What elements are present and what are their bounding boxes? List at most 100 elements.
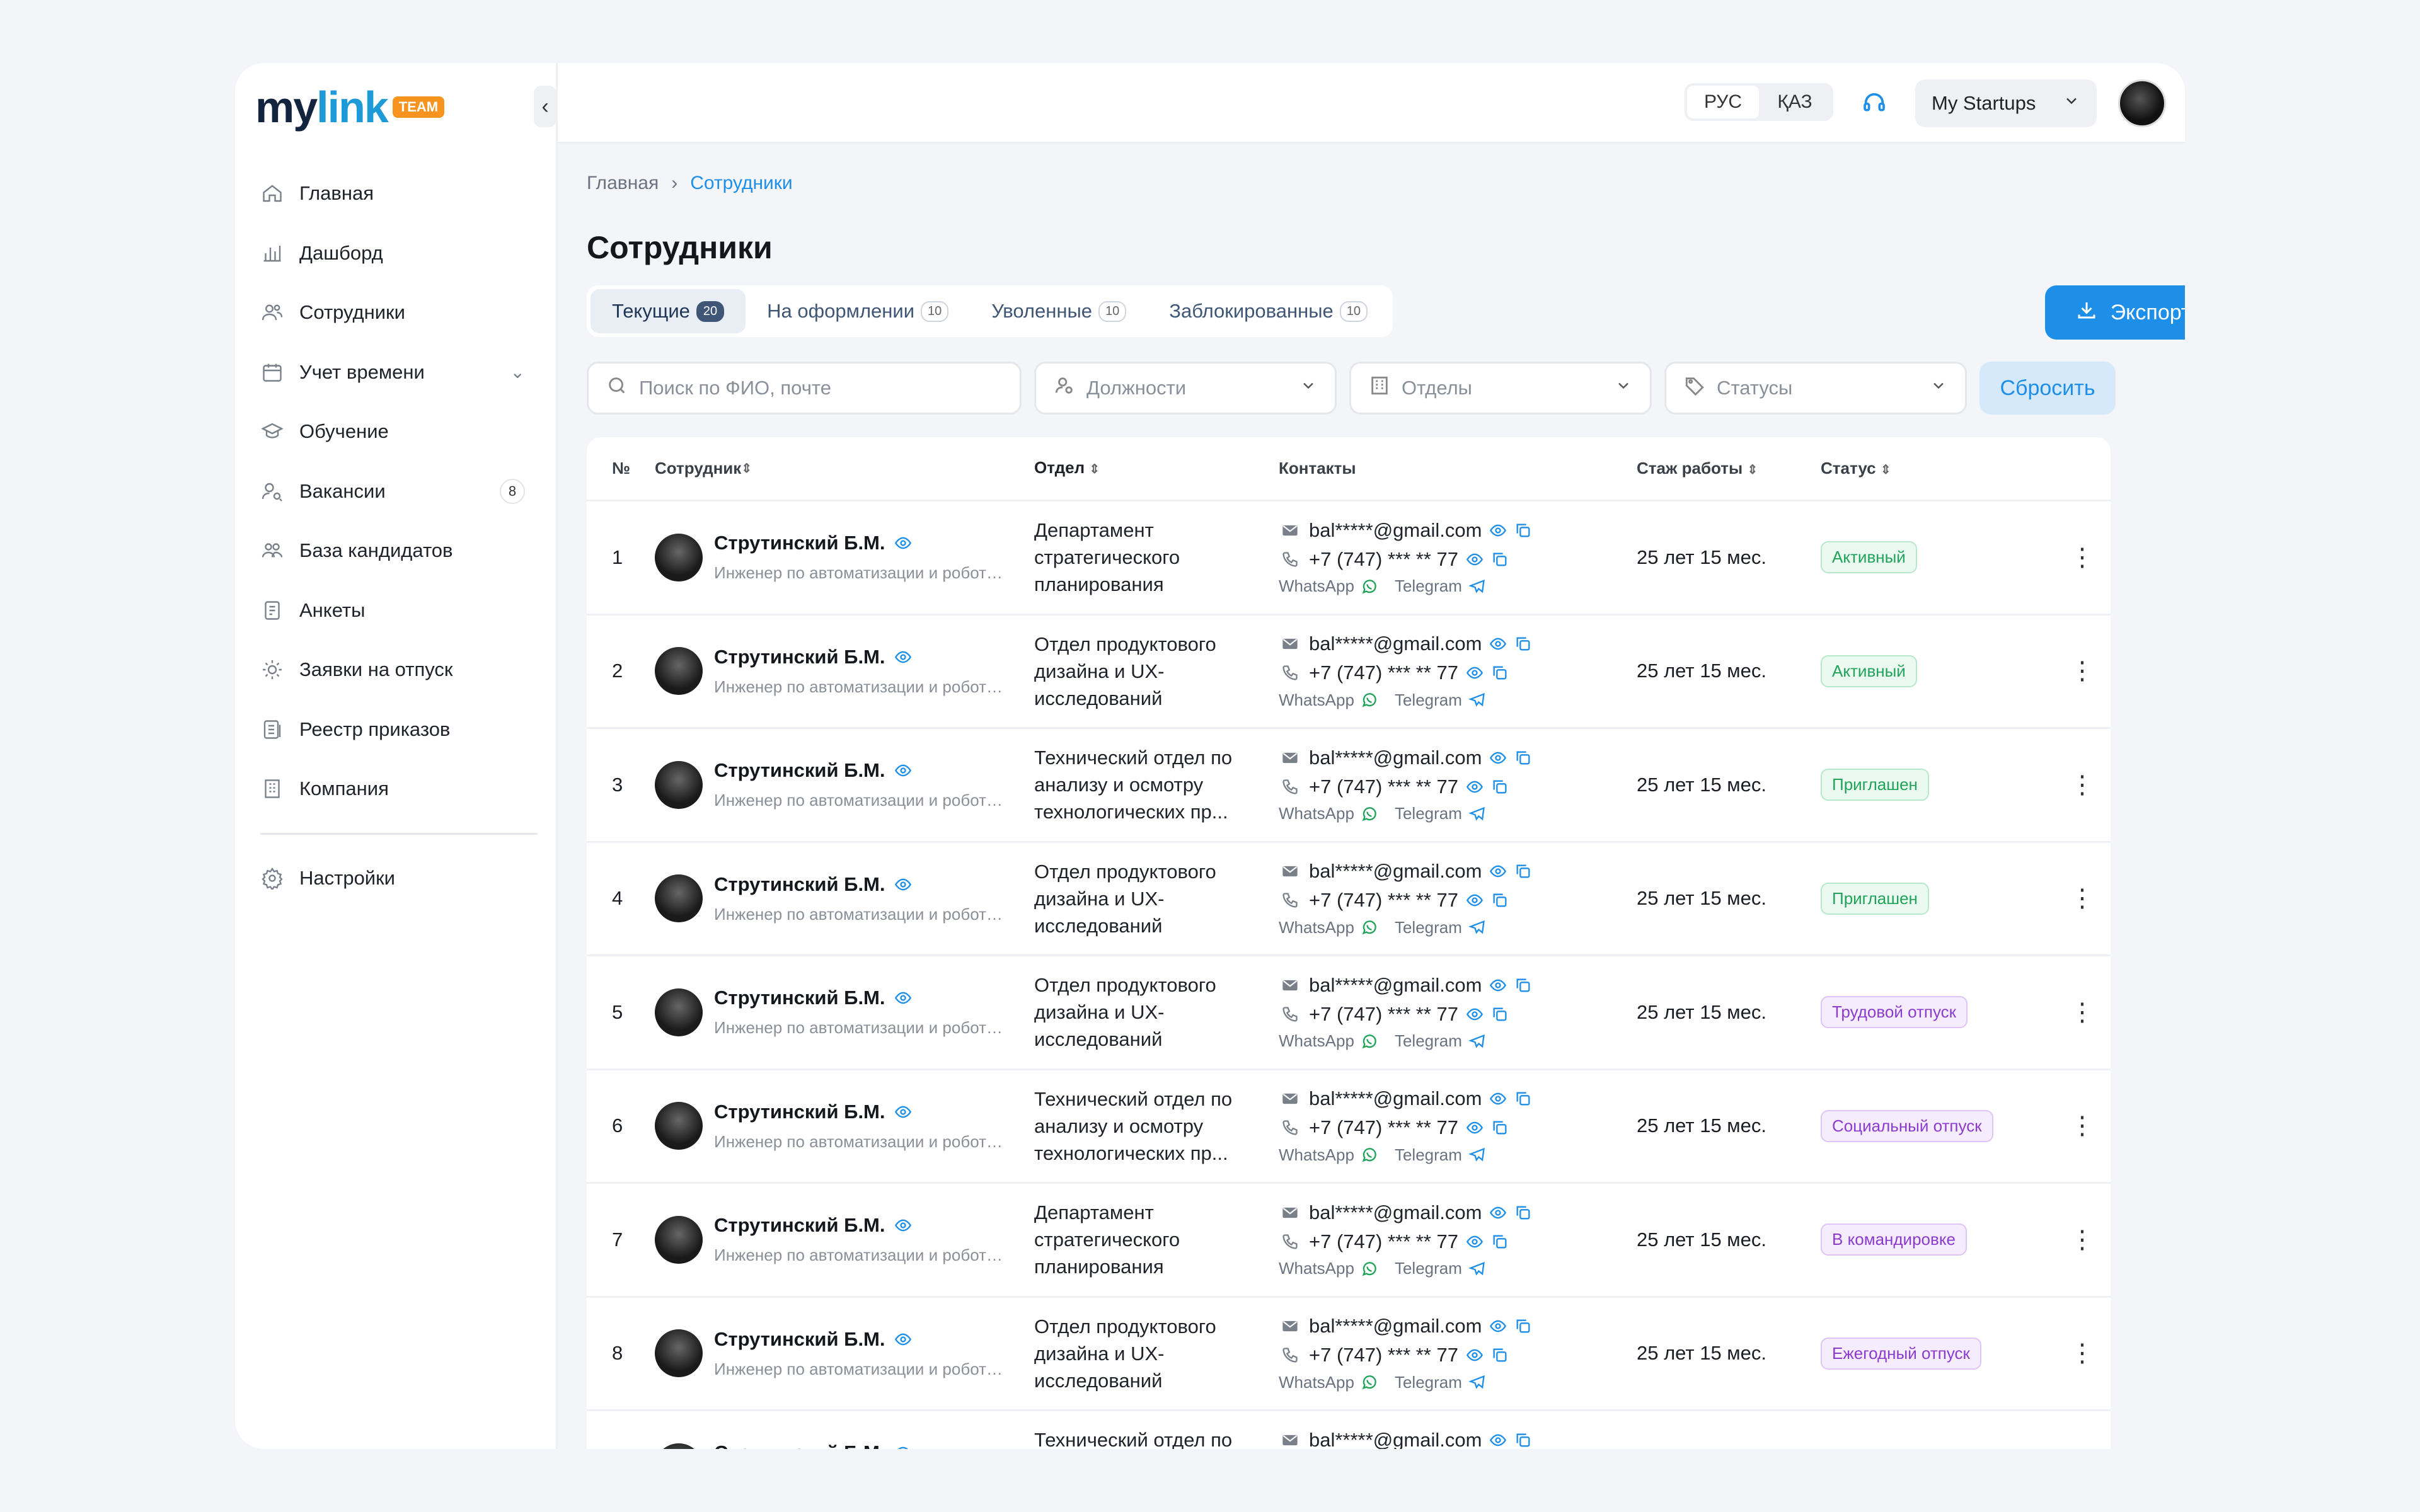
row-menu-button[interactable]: ⋮ [2054,656,2111,685]
copy-icon[interactable] [1514,635,1532,653]
sidebar-item-settings[interactable]: Настройки [260,849,538,908]
row-menu-button[interactable]: ⋮ [2054,543,2111,572]
copy-icon[interactable] [1514,522,1532,539]
statuses-dropdown[interactable]: Статусы [1664,362,1967,415]
workspace-dropdown[interactable]: My Startups [1915,79,2097,127]
sidebar-item-1[interactable]: Главная [260,164,538,224]
copy-icon[interactable] [1491,778,1509,796]
copy-icon[interactable] [1491,891,1509,909]
copy-icon[interactable] [1514,749,1532,767]
row-menu-button[interactable]: ⋮ [2054,1339,2111,1368]
sidebar-item-6[interactable]: Вакансии 8 [260,462,538,522]
eye-icon[interactable] [1489,1431,1507,1449]
copy-icon[interactable] [1514,976,1532,994]
eye-icon[interactable] [894,648,912,666]
sidebar-item-5[interactable]: Обучение [260,402,538,462]
employee-name[interactable]: Струтинский Б.М. [714,532,1010,554]
eye-icon[interactable] [1489,522,1507,539]
telegram-link[interactable]: Telegram [1395,576,1486,596]
eye-icon[interactable] [894,876,912,893]
eye-icon[interactable] [894,1331,912,1348]
logo[interactable]: my link TEAM [255,82,445,132]
eye-icon[interactable] [1489,635,1507,653]
copy-icon[interactable] [1491,664,1509,682]
sidebar-item-4[interactable]: Учет времени ⌄ [260,343,538,403]
table-row[interactable]: 1 Струтинский Б.М. Инженер по автоматизаци… [587,501,2111,616]
employee-name[interactable]: Струтинский Б.М. [714,1328,1010,1351]
eye-icon[interactable] [1489,976,1507,994]
employee-name[interactable]: Струтинский Б.М. [714,987,1010,1009]
copy-icon[interactable] [1514,1317,1532,1335]
whatsapp-link[interactable]: WhatsApp [1279,1031,1378,1051]
lang-kz-button[interactable]: ҚАЗ [1759,86,1831,118]
table-row[interactable]: 4 Струтинский Б.М. Инженер по автоматизаци… [587,843,2111,956]
copy-icon[interactable] [1491,1346,1509,1364]
eye-icon[interactable] [1489,749,1507,767]
table-row[interactable]: 6 Струтинский Б.М. Инженер по автоматизаци… [587,1070,2111,1184]
employee-name[interactable]: Струтинский Б.М. [714,873,1010,896]
eye-icon[interactable] [1466,1346,1484,1364]
copy-icon[interactable] [1491,1233,1509,1251]
table-row[interactable]: 3 Струтинский Б.М. Инженер по автоматизаци… [587,729,2111,843]
column-header-2[interactable]: Сотрудник ⇕ [655,459,1034,478]
table-row[interactable]: 9Струтинский Б.М.Инженер по автоматизаци… [587,1411,2111,1449]
telegram-link[interactable]: Telegram [1395,918,1486,937]
tab-3[interactable]: Уволенные 10 [970,289,1148,333]
departments-dropdown[interactable]: Отделы [1349,362,1652,415]
eye-icon[interactable] [894,1217,912,1234]
row-menu-button[interactable]: ⋮ [2054,1225,2111,1254]
eye-icon[interactable] [894,1103,912,1121]
telegram-link[interactable]: Telegram [1395,1373,1486,1392]
employee-name[interactable]: Струтинский Б.М. [714,1441,1010,1449]
sidebar-item-11[interactable]: Компания [260,759,538,819]
eye-icon[interactable] [1489,1090,1507,1108]
eye-icon[interactable] [1466,778,1484,796]
telegram-link[interactable]: Telegram [1395,1259,1486,1278]
eye-icon[interactable] [1466,1233,1484,1251]
eye-icon[interactable] [1466,1119,1484,1137]
user-avatar[interactable] [2118,79,2166,127]
eye-icon[interactable] [894,534,912,552]
tab-2[interactable]: На оформлении 10 [746,289,970,333]
positions-dropdown[interactable]: Должности [1034,362,1337,415]
whatsapp-link[interactable]: WhatsApp [1279,1145,1378,1165]
support-headset-icon[interactable] [1858,87,1890,118]
column-header-5[interactable]: Стаж работы ⇕ [1637,459,1821,478]
whatsapp-link[interactable]: WhatsApp [1279,1373,1378,1392]
telegram-link[interactable]: Telegram [1395,1145,1486,1165]
tab-1[interactable]: Текущие 20 [591,289,746,333]
employee-name[interactable]: Струтинский Б.М. [714,759,1010,782]
column-header-3[interactable]: Отдел ⇕ [1034,454,1279,483]
search-input[interactable]: Поиск по ФИО, почте [587,362,1022,415]
eye-icon[interactable] [894,762,912,779]
table-row[interactable]: 7 Струтинский Б.М. Инженер по автоматизаци… [587,1184,2111,1298]
eye-icon[interactable] [1466,664,1484,682]
copy-icon[interactable] [1514,1090,1532,1108]
table-row[interactable]: 2 Струтинский Б.М. Инженер по автоматизаци… [587,616,2111,729]
sidebar-item-7[interactable]: База кандидатов [260,521,538,581]
telegram-link[interactable]: Telegram [1395,1031,1486,1051]
lang-ru-button[interactable]: РУС [1687,86,1759,118]
sidebar-item-3[interactable]: Сотрудники [260,283,538,343]
eye-icon[interactable] [1466,551,1484,568]
telegram-link[interactable]: Telegram [1395,804,1486,823]
reset-filters-button[interactable]: Сбросить [1979,362,2116,415]
row-menu-button[interactable]: ⋮ [2054,1111,2111,1140]
eye-icon[interactable] [1466,1005,1484,1023]
row-menu-button[interactable]: ⋮ [2054,884,2111,913]
export-employees-button[interactable]: Экспорт сотрудников [2045,285,2185,340]
whatsapp-link[interactable]: WhatsApp [1279,690,1378,710]
whatsapp-link[interactable]: WhatsApp [1279,1259,1378,1278]
eye-icon[interactable] [1489,1204,1507,1222]
sidebar-item-10[interactable]: Реестр приказов [260,700,538,760]
employee-name[interactable]: Струтинский Б.М. [714,646,1010,668]
tab-4[interactable]: Заблокированные 10 [1148,289,1389,333]
telegram-link[interactable]: Telegram [1395,690,1486,710]
whatsapp-link[interactable]: WhatsApp [1279,804,1378,823]
eye-icon[interactable] [894,989,912,1007]
copy-icon[interactable] [1491,551,1509,568]
sidebar-item-2[interactable]: Дашборд [260,224,538,284]
employee-name[interactable]: Струтинский Б.М. [714,1101,1010,1123]
sidebar-item-9[interactable]: Заявки на отпуск [260,640,538,700]
copy-icon[interactable] [1491,1005,1509,1023]
